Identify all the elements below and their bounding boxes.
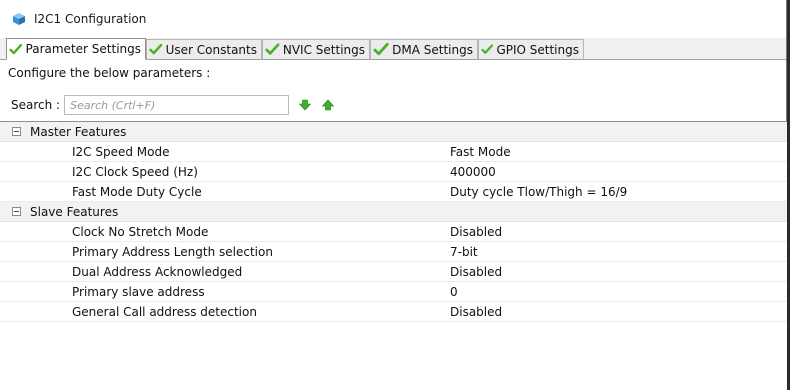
arrow-down-icon[interactable] [298, 98, 312, 112]
table-row[interactable]: General Call address detection Disabled [0, 302, 787, 322]
group-slave-features[interactable]: Slave Features [0, 202, 787, 222]
tab-label: User Constants [165, 42, 257, 57]
group-label: Slave Features [30, 204, 119, 219]
check-icon [481, 44, 494, 54]
param-value[interactable]: 400000 [450, 165, 496, 179]
group-master-features[interactable]: Master Features [0, 122, 787, 142]
param-name: Primary slave address [72, 284, 205, 299]
search-input[interactable] [64, 95, 290, 115]
check-icon [149, 43, 163, 55]
tab-label: GPIO Settings [496, 42, 579, 57]
param-value[interactable]: Fast Mode [450, 145, 511, 159]
tab-gpio-settings[interactable]: GPIO Settings [478, 39, 584, 59]
tab-parameter-settings[interactable]: Parameter Settings [6, 38, 146, 60]
group-label: Master Features [30, 124, 127, 139]
param-name: Primary Address Length selection [72, 244, 273, 259]
table-row[interactable]: I2C Clock Speed (Hz) 400000 [0, 162, 787, 182]
tab-strip: Parameter Settings User Constants NVIC S… [0, 38, 786, 60]
param-name: I2C Clock Speed (Hz) [72, 164, 198, 179]
title-bar[interactable]: I2C1 Configuration [0, 0, 786, 38]
param-value[interactable]: Duty cycle Tlow/Thigh = 16/9 [450, 185, 627, 199]
tab-nvic-settings[interactable]: NVIC Settings [262, 39, 370, 59]
param-name: General Call address detection [72, 304, 257, 319]
config-window: I2C1 Configuration Parameter Settings Us… [0, 0, 787, 390]
param-value[interactable]: Disabled [450, 225, 502, 239]
tab-user-constants[interactable]: User Constants [146, 39, 262, 59]
table-row[interactable]: Clock No Stretch Mode Disabled [0, 222, 787, 242]
search-label: Search : [11, 98, 61, 112]
check-icon [265, 43, 280, 55]
param-value[interactable]: 7-bit [450, 245, 478, 259]
check-icon [373, 42, 389, 56]
tab-label: NVIC Settings [282, 42, 365, 57]
collapse-icon[interactable] [12, 207, 21, 216]
tab-dma-settings[interactable]: DMA Settings [370, 39, 478, 59]
param-name: Clock No Stretch Mode [72, 224, 209, 239]
param-name: Fast Mode Duty Cycle [72, 184, 202, 199]
table-row[interactable]: I2C Speed Mode Fast Mode [0, 142, 787, 162]
cube-icon [13, 13, 25, 25]
param-name: I2C Speed Mode [72, 144, 170, 159]
table-row[interactable]: Dual Address Acknowledged Disabled [0, 262, 787, 282]
table-row[interactable]: Primary slave address 0 [0, 282, 787, 302]
table-row[interactable]: Primary Address Length selection 7-bit [0, 242, 787, 262]
parameter-grid: Master Features I2C Speed Mode Fast Mode… [0, 121, 787, 390]
param-value[interactable]: Disabled [450, 305, 502, 319]
tab-label: Parameter Settings [25, 42, 141, 56]
check-icon [9, 43, 23, 54]
window-title: I2C1 Configuration [34, 12, 147, 26]
arrow-up-icon[interactable] [321, 98, 335, 112]
configure-description: Configure the below parameters : [8, 66, 211, 80]
search-bar: Search : [11, 94, 335, 116]
table-row[interactable]: Fast Mode Duty Cycle Duty cycle Tlow/Thi… [0, 182, 787, 202]
collapse-icon[interactable] [12, 127, 21, 136]
param-value[interactable]: 0 [450, 285, 458, 299]
tab-label: DMA Settings [392, 42, 473, 57]
param-value[interactable]: Disabled [450, 265, 502, 279]
param-name: Dual Address Acknowledged [72, 264, 243, 279]
